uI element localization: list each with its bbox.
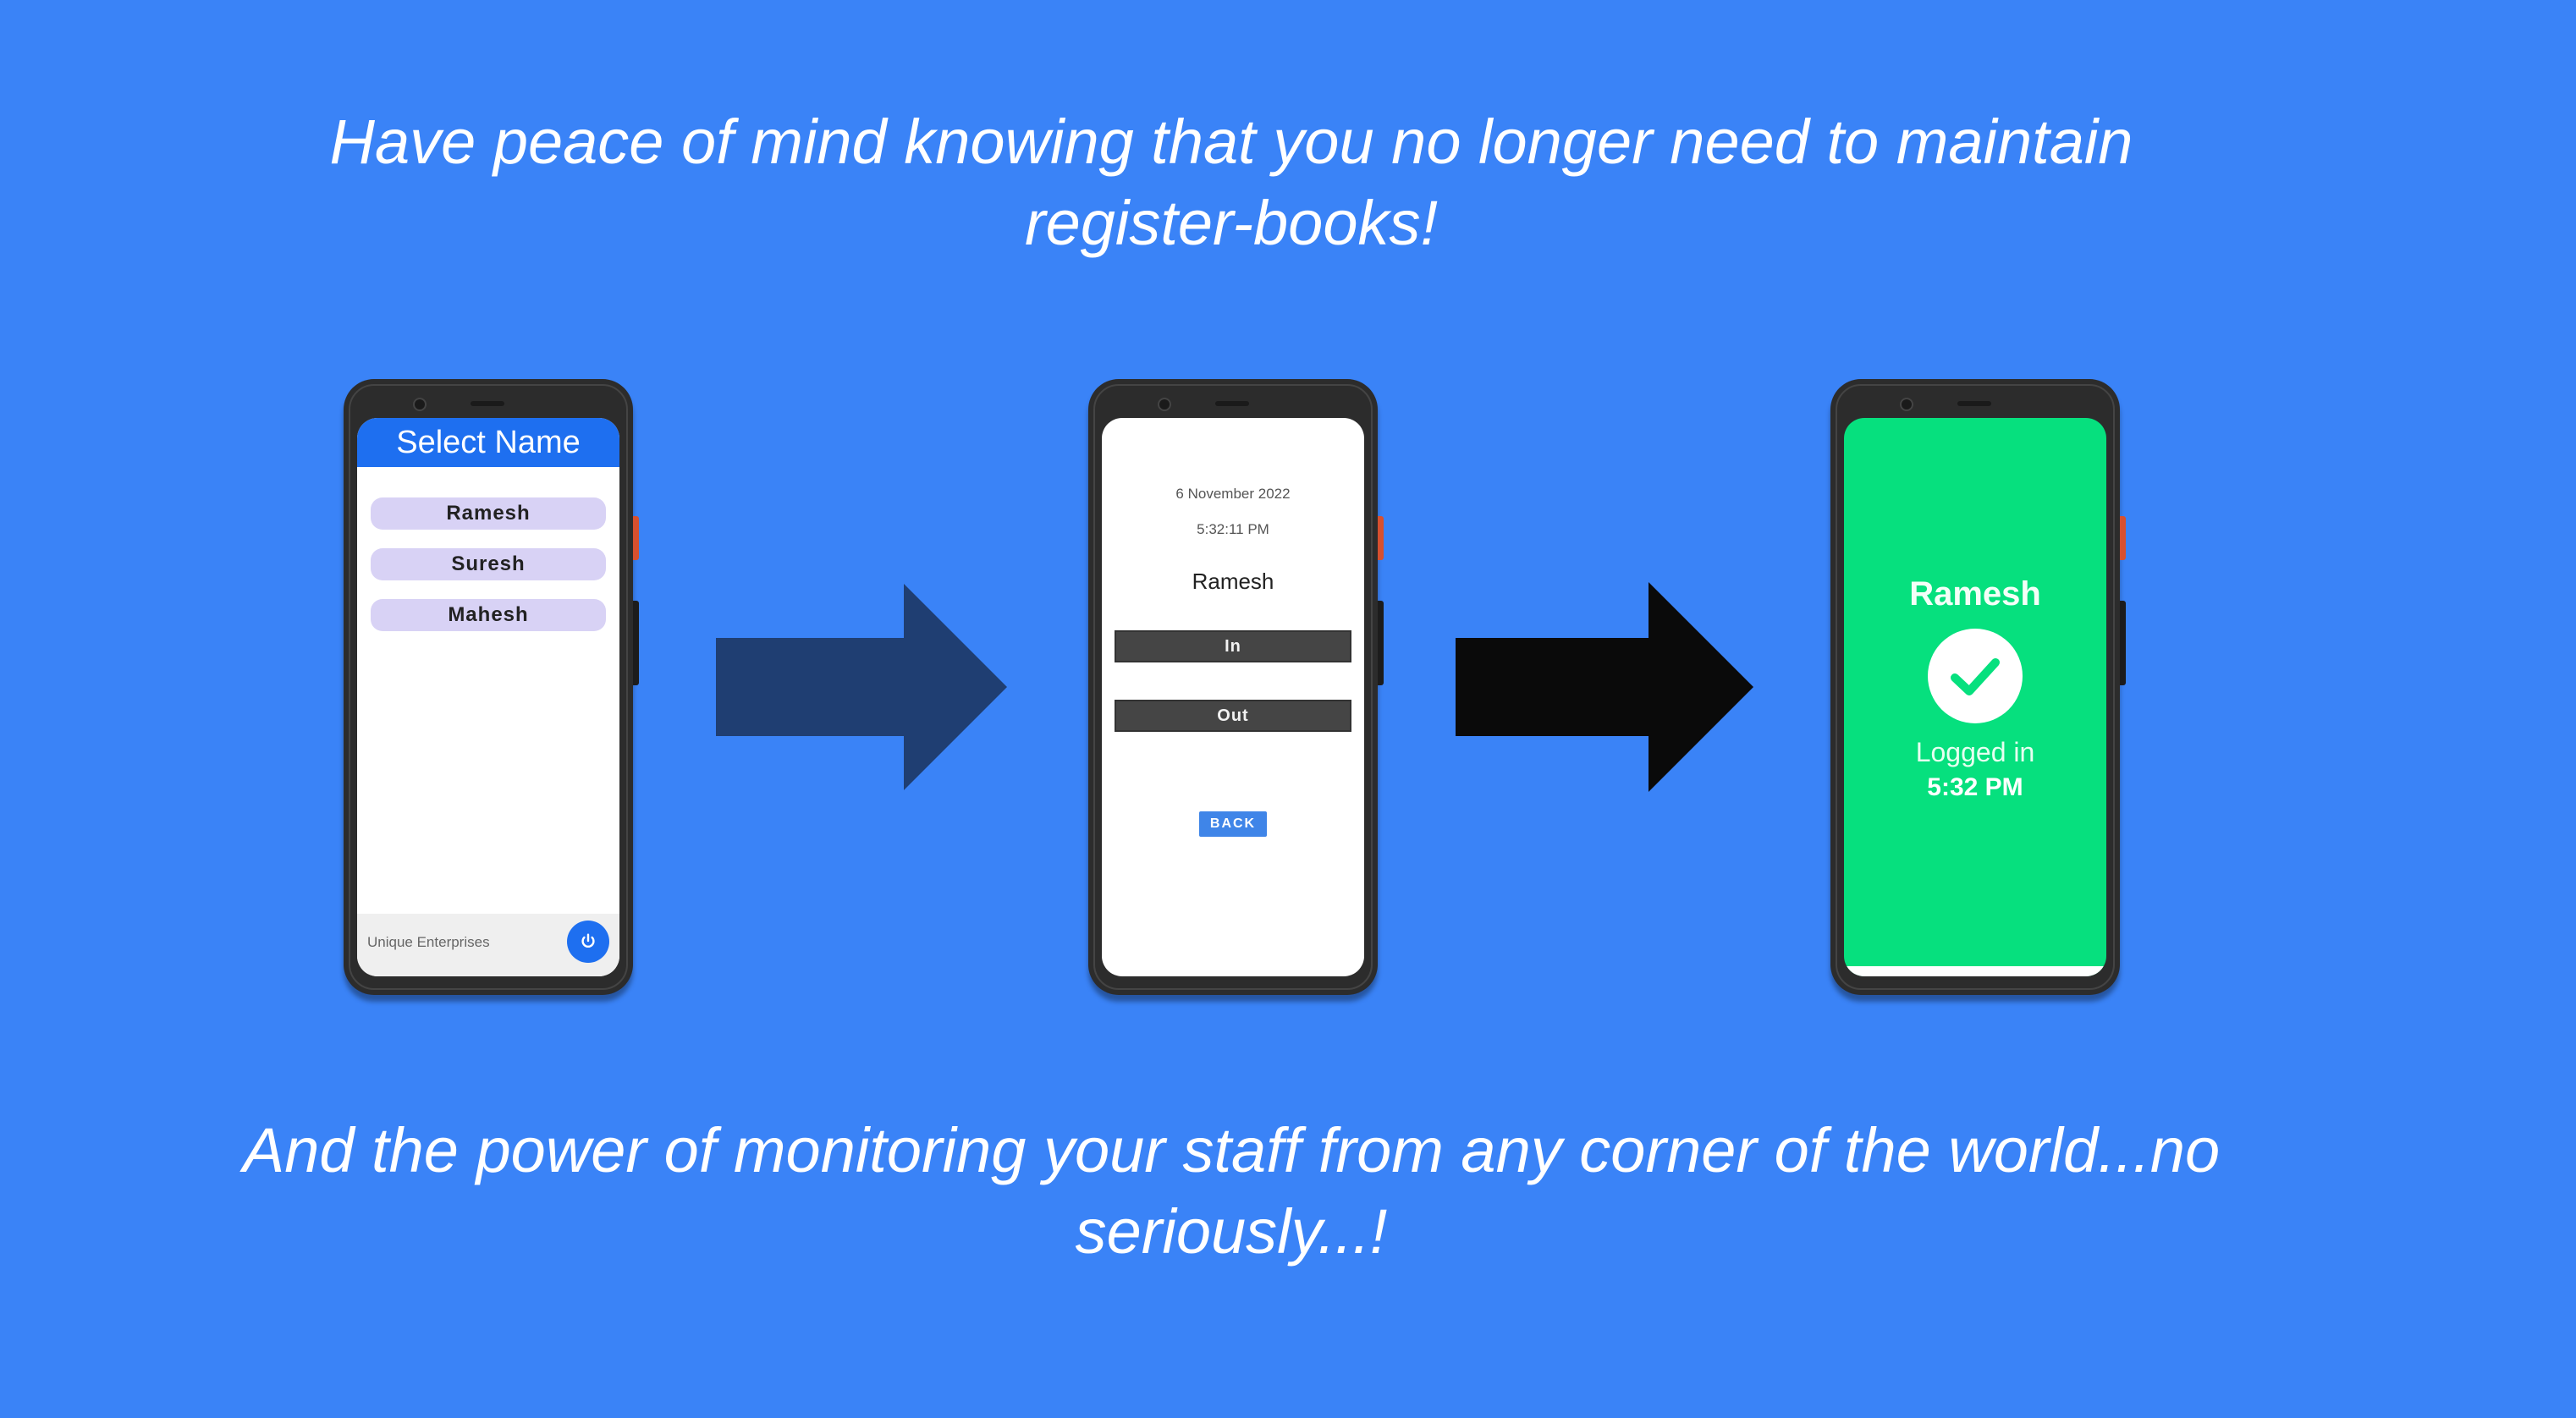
out-button[interactable]: Out <box>1115 700 1351 732</box>
power-icon <box>581 933 595 948</box>
company-name: Unique Enterprises <box>367 934 490 950</box>
camera-icon <box>413 398 427 411</box>
name-button-mahesh[interactable]: Mahesh <box>371 599 606 631</box>
volume-side-button <box>2120 601 2126 685</box>
employee-name: Ramesh <box>1192 569 1274 594</box>
headline-top: Have peace of mind knowing that you no l… <box>329 107 2133 258</box>
back-button[interactable]: BACK <box>1199 811 1267 837</box>
in-button[interactable]: In <box>1115 630 1351 662</box>
name-button-ramesh[interactable]: Ramesh <box>371 497 606 530</box>
camera-icon <box>1158 398 1171 411</box>
speaker-grille <box>1215 401 1249 406</box>
name-button-suresh[interactable]: Suresh <box>371 548 606 580</box>
volume-side-button <box>633 601 639 685</box>
power-side-button <box>1378 516 1384 560</box>
check-icon <box>1951 658 2000 695</box>
speaker-grille <box>1957 401 1991 406</box>
phone-select-name: Select Name Ramesh Suresh Mahesh Unique … <box>344 379 639 995</box>
volume-side-button <box>1378 601 1384 685</box>
logged-in-name: Ramesh <box>1909 575 2041 613</box>
screen-select-name: Select Name Ramesh Suresh Mahesh Unique … <box>357 418 619 976</box>
phone-check-in-out: 6 November 2022 5:32:11 PM Ramesh In Out… <box>1088 379 1384 995</box>
current-date: 6 November 2022 <box>1175 486 1291 502</box>
arrow-right-icon <box>716 584 1007 790</box>
speaker-grille <box>471 401 504 406</box>
phone-logged-in: Ramesh Logged in 5:32 PM <box>1830 379 2126 995</box>
arrow-right-icon <box>1456 582 1753 792</box>
power-button[interactable] <box>567 921 609 963</box>
select-name-footer: Unique Enterprises <box>357 914 619 976</box>
current-time: 5:32:11 PM <box>1197 521 1269 537</box>
login-status: Logged in <box>1915 737 2035 767</box>
screen-logged-in: Ramesh Logged in 5:32 PM <box>1844 418 2106 976</box>
screen-check-in-out: 6 November 2022 5:32:11 PM Ramesh In Out… <box>1102 418 1364 976</box>
check-circle-icon <box>1928 629 2023 723</box>
camera-icon <box>1900 398 1913 411</box>
screen-bottom-strip <box>1844 966 2106 976</box>
power-side-button <box>2120 516 2126 560</box>
login-time: 5:32 PM <box>1927 773 2023 801</box>
headline-bottom: And the power of monitoring your staff f… <box>242 1115 2221 1267</box>
power-side-button <box>633 516 639 560</box>
select-name-header: Select Name <box>357 418 619 467</box>
